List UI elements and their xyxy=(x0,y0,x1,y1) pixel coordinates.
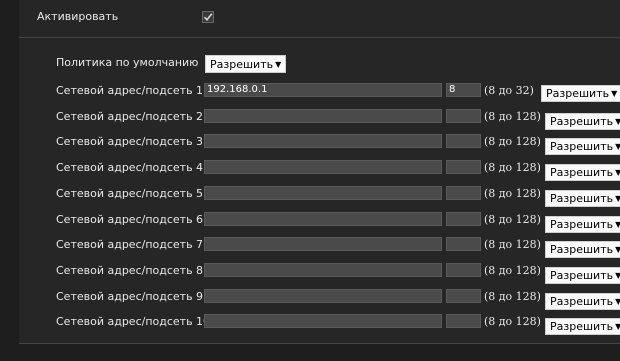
subnet-address-input[interactable]: 192.168.0.1 xyxy=(204,83,442,97)
subnet-range-hint: (8 до 128) xyxy=(484,290,541,303)
chevron-down-icon: ▼ xyxy=(615,271,620,280)
checkmark-icon xyxy=(203,13,213,22)
subnet-row: Сетевой адрес/подсеть 3 (8 до 128) Разреши… xyxy=(0,133,620,155)
subnet-row: Сетевой адрес/подсеть 7 (8 до 128) Разреши… xyxy=(0,236,620,258)
subnet-action-value: Разрешить xyxy=(550,295,614,308)
chevron-down-icon: ▼ xyxy=(615,220,620,229)
subnet-row: Сетевой адрес/подсеть 8 (8 до 128) Разреши… xyxy=(0,262,620,284)
subnet-label: Сетевой адрес/подсеть 5 xyxy=(56,187,204,200)
subnet-range-hint: (8 до 128) xyxy=(484,213,541,226)
chevron-down-icon: ▼ xyxy=(615,117,620,126)
subnet-mask-input[interactable] xyxy=(446,237,481,251)
subnet-action-select[interactable]: Разрешить ▼ xyxy=(541,85,620,102)
subnet-address-input[interactable] xyxy=(204,289,442,303)
subnet-action-value: Разрешить xyxy=(550,140,614,153)
subnet-mask-input[interactable] xyxy=(446,109,481,123)
subnet-label: Сетевой адрес/подсеть 1 xyxy=(56,84,204,97)
subnet-address-input[interactable] xyxy=(204,212,442,226)
subnet-action-value: Разрешить xyxy=(550,218,614,231)
subnet-action-value: Разрешить xyxy=(550,243,614,256)
subnet-action-value: Разрешить xyxy=(550,269,614,282)
chevron-down-icon: ▼ xyxy=(615,168,620,177)
subnet-range-hint: (8 до 128) xyxy=(484,315,541,328)
subnet-label: Сетевой адрес/подсеть 3 xyxy=(56,135,204,148)
subnet-mask-input[interactable] xyxy=(446,263,481,277)
subnet-label: Сетевой адрес/подсеть 2 xyxy=(56,110,204,123)
subnet-action-select[interactable]: Разрешить ▼ xyxy=(545,190,620,207)
chevron-down-icon: ▼ xyxy=(615,322,620,331)
subnet-action-value: Разрешить xyxy=(550,320,614,333)
subnet-label: Сетевой адрес/подсеть 6 xyxy=(56,213,204,226)
subnet-address-input[interactable] xyxy=(204,186,442,200)
subnet-mask-input[interactable] xyxy=(446,314,481,328)
subnet-action-value: Разрешить xyxy=(550,166,614,179)
chevron-down-icon: ▼ xyxy=(611,89,618,98)
subnet-range-hint: (8 до 128) xyxy=(484,238,541,251)
subnet-row: Сетевой адрес/подсеть 1 192.168.0.1 8 (8 до… xyxy=(0,82,620,102)
chevron-down-icon: ▼ xyxy=(615,142,620,151)
subnet-range-hint: (8 до 128) xyxy=(484,264,541,277)
subnet-range-hint: (8 до 128) xyxy=(484,161,541,174)
subnet-action-select[interactable]: Разрешить ▼ xyxy=(545,113,620,130)
subnet-label: Сетевой адрес/подсеть 7 xyxy=(56,238,204,251)
subnet-action-select[interactable]: Разрешить ▼ xyxy=(545,138,620,155)
subnet-range-hint: (8 до 128) xyxy=(484,135,541,148)
subnet-action-select[interactable]: Разрешить ▼ xyxy=(545,293,620,310)
subnet-row: Сетевой адрес/подсеть 9 (8 до 128) Разреши… xyxy=(0,288,620,310)
subnet-action-value: Разрешить xyxy=(546,87,610,100)
subnet-action-select[interactable]: Разрешить ▼ xyxy=(545,241,620,258)
divider xyxy=(19,37,620,38)
subnet-action-select[interactable]: Разрешить ▼ xyxy=(545,216,620,233)
subnet-mask-input[interactable]: 8 xyxy=(446,83,481,97)
subnet-action-select[interactable]: Разрешить ▼ xyxy=(545,164,620,181)
subnet-row: Сетевой адрес/подсеть 4 (8 до 128) Разреши… xyxy=(0,159,620,181)
subnet-range-hint: (8 до 128) xyxy=(484,110,541,123)
default-policy-value: Разрешить xyxy=(210,57,274,71)
subnet-mask-input[interactable] xyxy=(446,134,481,148)
subnet-address-input[interactable] xyxy=(204,314,442,328)
subnet-action-select[interactable]: Разрешить ▼ xyxy=(545,318,620,335)
subnet-row: Сетевой адрес/подсеть 6 (8 до 128) Разреши… xyxy=(0,211,620,233)
subnet-label: Сетевой адрес/подсеть 8 xyxy=(56,264,204,277)
subnet-address-input[interactable] xyxy=(204,160,442,174)
activate-checkbox[interactable] xyxy=(202,11,214,23)
activate-label: Активировать xyxy=(37,10,119,23)
subnet-address-input[interactable] xyxy=(204,109,442,123)
subnet-label: Сетевой адрес/подсеть 10 xyxy=(56,315,211,328)
subnet-mask-input[interactable] xyxy=(446,212,481,226)
chevron-down-icon: ▼ xyxy=(615,245,620,254)
chevron-down-icon: ▼ xyxy=(615,297,620,306)
subnet-address-input[interactable] xyxy=(204,237,442,251)
default-policy-label: Политика по умолчанию xyxy=(56,56,199,69)
default-policy-select[interactable]: Разрешить ▼ xyxy=(205,55,287,73)
subnet-range-hint: (8 до 128) xyxy=(484,187,541,200)
subnet-range-hint: (8 до 32) xyxy=(484,84,534,97)
chevron-down-icon: ▼ xyxy=(615,194,620,203)
subnet-action-value: Разрешить xyxy=(550,192,614,205)
subnet-address-input[interactable] xyxy=(204,263,442,277)
chevron-down-icon: ▼ xyxy=(275,59,282,69)
subnet-mask-input[interactable] xyxy=(446,289,481,303)
subnet-row: Сетевой адрес/подсеть 5 (8 до 128) Разреши… xyxy=(0,185,620,207)
subnet-row: Сетевой адрес/подсеть 10 (8 до 128) Разреш… xyxy=(0,313,620,335)
subnet-action-value: Разрешить xyxy=(550,115,614,128)
subnet-label: Сетевой адрес/подсеть 9 xyxy=(56,290,204,303)
subnet-action-select[interactable]: Разрешить ▼ xyxy=(545,267,620,284)
divider-bottom xyxy=(19,343,620,344)
subnet-row: Сетевой адрес/подсеть 2 (8 до 128) Разреши… xyxy=(0,108,620,130)
subnet-label: Сетевой адрес/подсеть 4 xyxy=(56,161,204,174)
subnet-address-input[interactable] xyxy=(204,134,442,148)
subnet-mask-input[interactable] xyxy=(446,160,481,174)
subnet-mask-input[interactable] xyxy=(446,186,481,200)
